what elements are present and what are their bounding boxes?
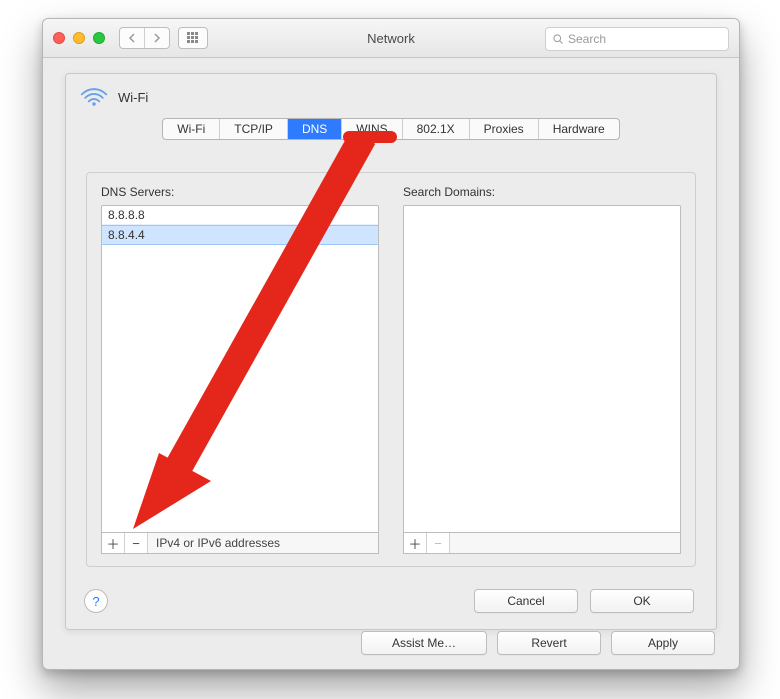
remove-search-domain-button[interactable]: − [427, 533, 450, 553]
minus-icon: − [132, 536, 140, 551]
remove-dns-button[interactable]: − [125, 533, 148, 553]
tab-tcpip[interactable]: TCP/IP [220, 119, 288, 139]
dns-servers-column: DNS Servers: 8.8.8.8 8.8.4.4 ＋ − [101, 185, 379, 554]
search-field[interactable]: Search [545, 27, 729, 51]
revert-button[interactable]: Revert [497, 631, 601, 655]
chevron-right-icon [153, 33, 161, 43]
advanced-sheet: Wi-Fi Wi-Fi TCP/IP DNS WINS 802.1X Proxi… [65, 73, 717, 630]
chevron-left-icon [128, 33, 136, 43]
help-button[interactable]: ? [84, 589, 108, 613]
show-all-button[interactable] [178, 27, 208, 49]
minimize-window-button[interactable] [73, 32, 85, 44]
nav-back-forward [119, 27, 170, 49]
wifi-icon [80, 86, 108, 108]
close-window-button[interactable] [53, 32, 65, 44]
add-search-domain-button[interactable]: ＋ [404, 533, 427, 553]
plus-icon: ＋ [408, 534, 421, 553]
dns-servers-label: DNS Servers: [101, 185, 379, 199]
apply-button[interactable]: Apply [611, 631, 715, 655]
tab-wins[interactable]: WINS [342, 119, 402, 139]
tab-hardware[interactable]: Hardware [539, 119, 619, 139]
dns-list-footer: ＋ − IPv4 or IPv6 addresses [101, 533, 379, 554]
tabs: Wi-Fi TCP/IP DNS WINS 802.1X Proxies Har… [66, 118, 716, 140]
sheet-header: Wi-Fi [66, 74, 716, 114]
network-preferences-window: Network Search Wi-Fi Wi-Fi TCP [42, 18, 740, 670]
dns-hint: IPv4 or IPv6 addresses [156, 536, 280, 550]
tab-proxies[interactable]: Proxies [470, 119, 539, 139]
search-icon [552, 33, 564, 45]
minus-icon: − [434, 536, 442, 551]
ok-button[interactable]: OK [590, 589, 694, 613]
search-domains-column: Search Domains: ＋ − [403, 185, 681, 554]
window-controls [53, 32, 105, 44]
dns-entry[interactable]: 8.8.8.8 [102, 206, 378, 225]
dns-entry[interactable]: 8.8.4.4 [102, 225, 378, 245]
add-dns-button[interactable]: ＋ [102, 533, 125, 553]
grid-icon [187, 32, 199, 44]
tab-8021x[interactable]: 802.1X [403, 119, 470, 139]
search-domains-label: Search Domains: [403, 185, 681, 199]
search-placeholder: Search [568, 32, 606, 46]
assist-me-button[interactable]: Assist Me… [361, 631, 487, 655]
tab-wifi[interactable]: Wi-Fi [163, 119, 220, 139]
cancel-button[interactable]: Cancel [474, 589, 578, 613]
titlebar: Network Search [43, 19, 739, 58]
tabstrip: Wi-Fi TCP/IP DNS WINS 802.1X Proxies Har… [162, 118, 619, 140]
sheet-buttons: Cancel OK [474, 589, 694, 613]
dns-panel: DNS Servers: 8.8.8.8 8.8.4.4 ＋ − [86, 172, 696, 567]
tab-dns[interactable]: DNS [288, 119, 342, 139]
search-domains-list[interactable] [403, 205, 681, 533]
dns-servers-list[interactable]: 8.8.8.8 8.8.4.4 [101, 205, 379, 533]
search-domains-footer: ＋ − [403, 533, 681, 554]
help-icon: ? [92, 594, 99, 609]
connection-name: Wi-Fi [118, 90, 148, 105]
window-bottom-buttons: Assist Me… Revert Apply [361, 631, 715, 655]
forward-button[interactable] [144, 28, 169, 48]
zoom-window-button[interactable] [93, 32, 105, 44]
plus-icon: ＋ [106, 534, 119, 553]
back-button[interactable] [120, 28, 144, 48]
